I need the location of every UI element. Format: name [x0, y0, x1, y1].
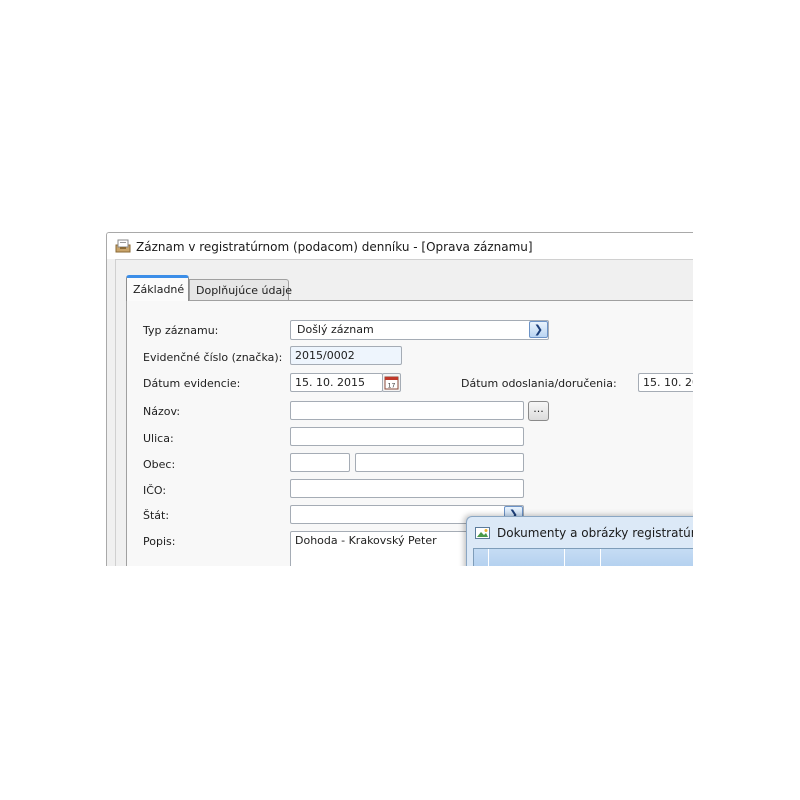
calendar-button[interactable]: 17: [382, 373, 401, 392]
tab-zakladne[interactable]: Základné: [126, 275, 189, 301]
document-tray-icon: [115, 239, 131, 253]
typ-zaznamu-value: Došlý záznam: [297, 323, 374, 336]
obec-label: Obec:: [143, 458, 176, 471]
typ-zaznamu-select[interactable]: Došlý záznam: [290, 320, 549, 340]
datum-odoslania-value: 15. 10. 201: [643, 376, 700, 389]
evidencne-cislo-field[interactable]: 2015/0002: [290, 346, 402, 365]
typ-zaznamu-label: Typ záznamu:: [143, 324, 219, 337]
popis-textarea[interactable]: Dohoda - Krakovský Peter: [290, 531, 470, 571]
datum-evidencie-label: Dátum evidencie:: [143, 377, 241, 390]
obec-field[interactable]: [355, 453, 524, 472]
popis-label: Popis:: [143, 535, 176, 548]
crop-mask-right: [693, 0, 800, 800]
evidencne-cislo-label: Evidenčné číslo (značka):: [143, 351, 283, 364]
picture-icon: [475, 527, 490, 539]
psc-field[interactable]: [290, 453, 350, 472]
calendar-icon: 17: [384, 376, 399, 390]
subwindow-title: Dokumenty a obrázky registratúrneho: [497, 526, 707, 540]
ico-field[interactable]: [290, 479, 524, 498]
svg-text:17: 17: [388, 383, 396, 390]
crop-mask: [0, 566, 800, 800]
nazov-field[interactable]: [290, 401, 524, 420]
popis-value: Dohoda - Krakovský Peter: [295, 534, 437, 547]
ico-label: IČO:: [143, 484, 167, 497]
datum-evidencie-value: 15. 10. 2015: [295, 376, 365, 389]
tab-doplnujuce-udaje[interactable]: Doplňujúce údaje: [189, 279, 292, 301]
datum-odoslania-label: Dátum odoslania/doručenia:: [461, 377, 617, 390]
nazov-browse-button[interactable]: ...: [528, 401, 549, 421]
evidencne-cislo-value: 2015/0002: [295, 349, 355, 362]
stat-label: Štát:: [143, 509, 170, 522]
ulica-label: Ulica:: [143, 432, 174, 445]
typ-zaznamu-dropdown-button[interactable]: ❯: [529, 321, 548, 338]
title-bar[interactable]: Záznam v registratúrnom (podacom) denník…: [107, 233, 707, 259]
nazov-label: Názov:: [143, 405, 181, 418]
chevron-down-icon: ❯: [533, 323, 544, 336]
datum-evidencie-field[interactable]: 15. 10. 2015: [290, 373, 383, 392]
ulica-field[interactable]: [290, 427, 524, 446]
datum-odoslania-field[interactable]: 15. 10. 201: [638, 373, 700, 392]
window-title: Záznam v registratúrnom (podacom) denník…: [136, 240, 533, 254]
